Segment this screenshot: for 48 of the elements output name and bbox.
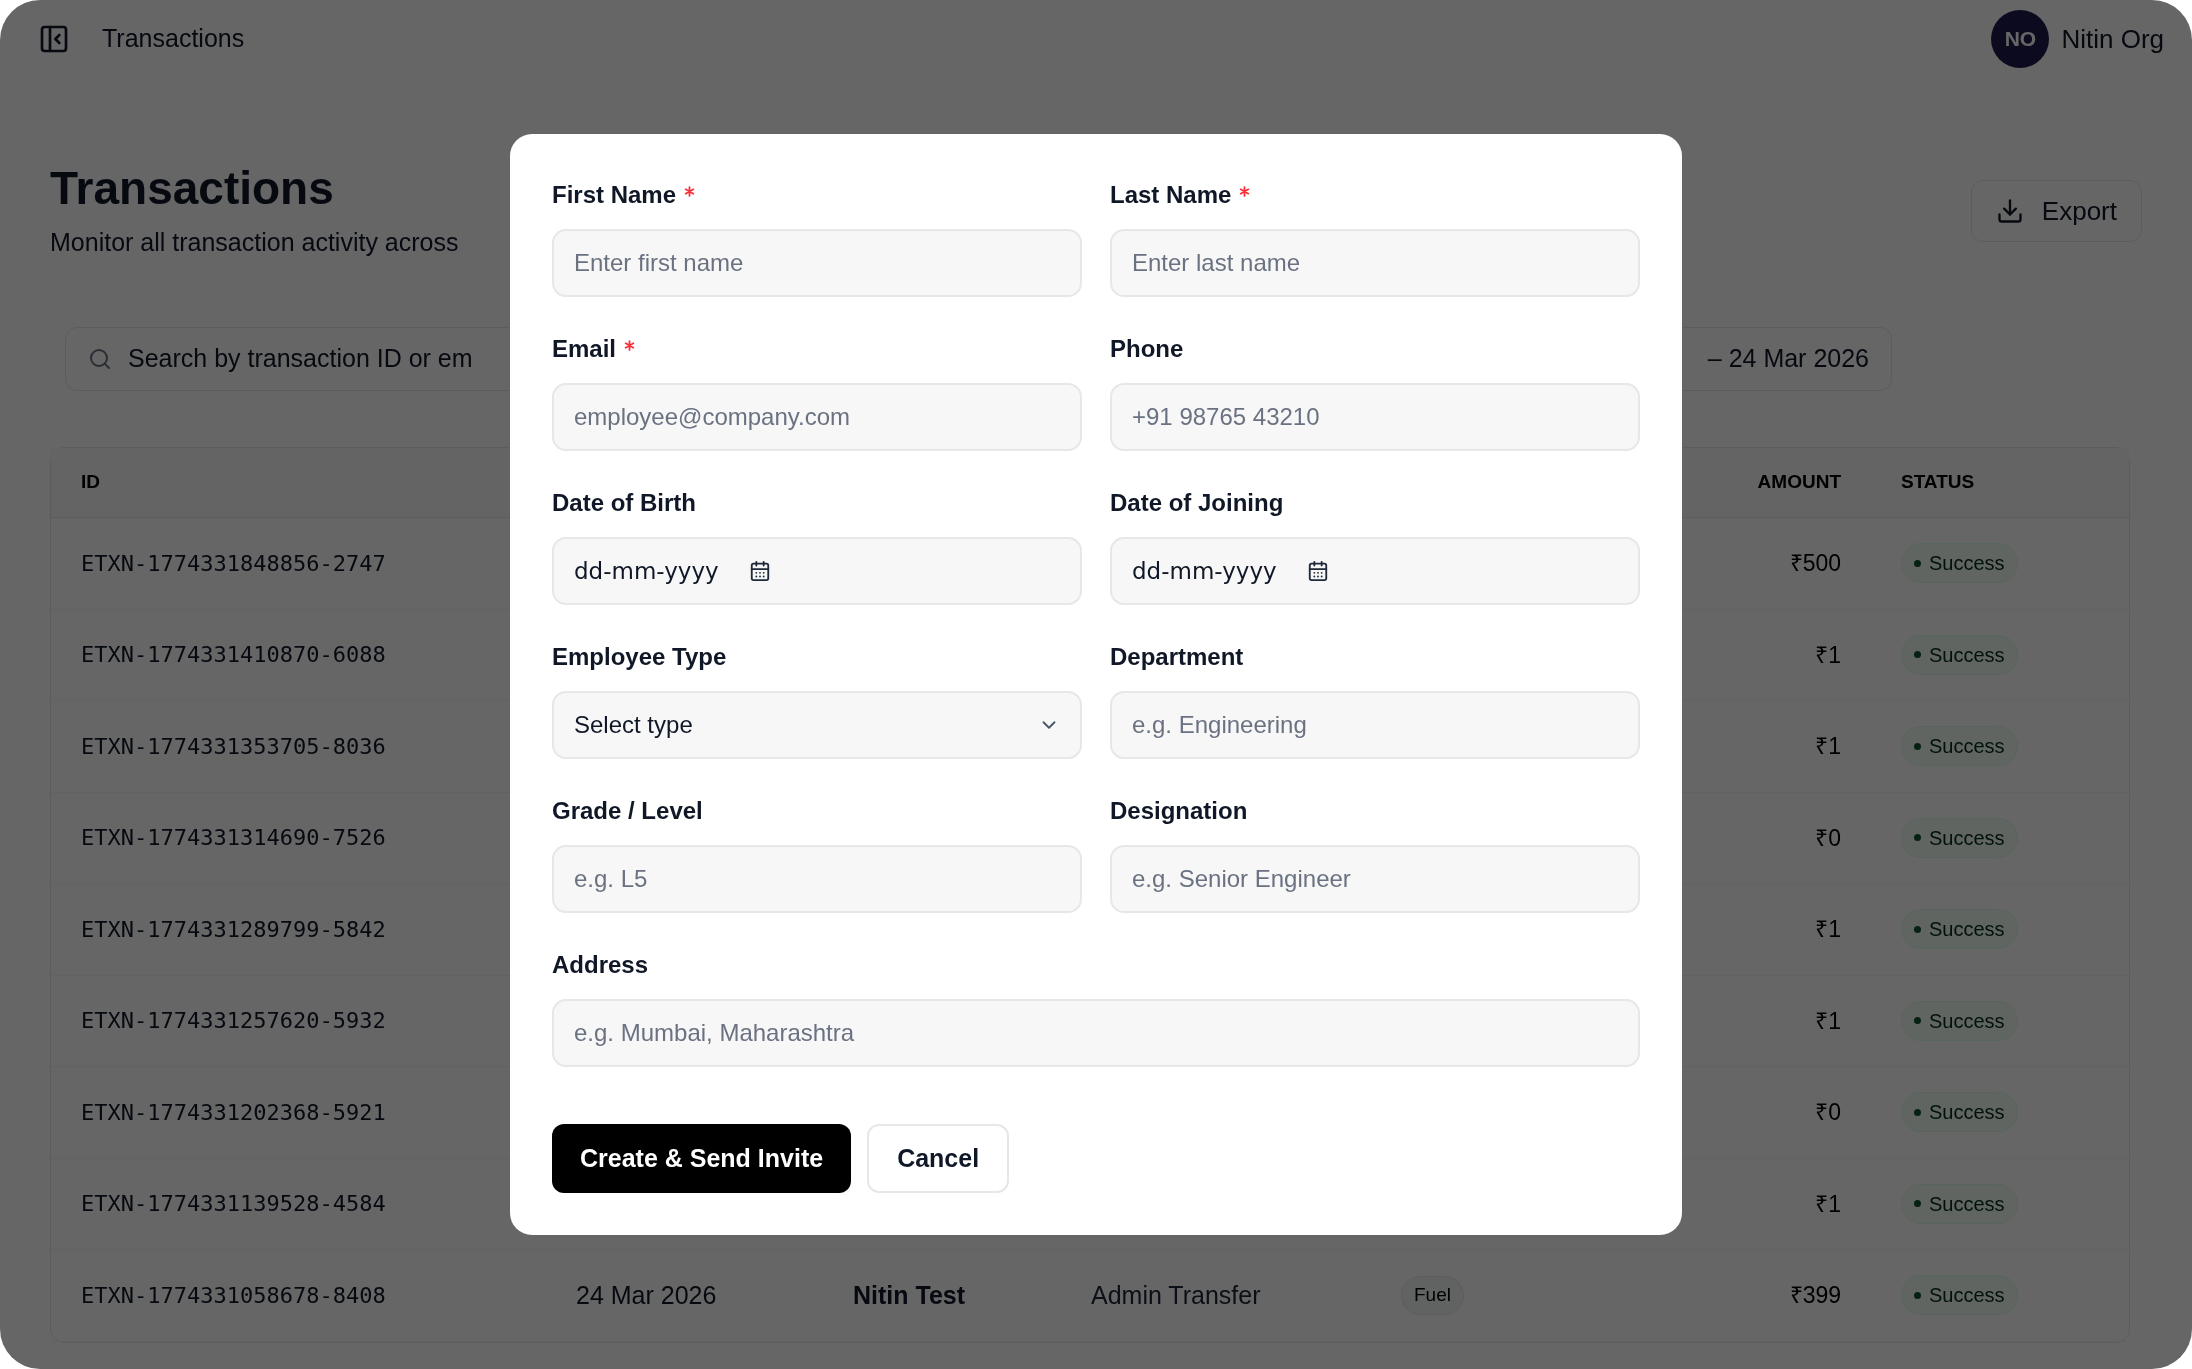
- amount: ₹0: [1814, 823, 1841, 853]
- transaction-id: ETXN-1774331353705-8036: [81, 732, 387, 761]
- status-badge: Success: [1901, 1092, 2018, 1133]
- field-label: Date of Birth: [552, 488, 696, 518]
- status-badge: Success: [1901, 543, 2018, 584]
- transaction-id: ETXN-1774331848856-2747: [81, 549, 387, 578]
- user-name: Nitin Org: [2061, 22, 2164, 56]
- status-badge: Success: [1901, 1275, 2018, 1316]
- transaction-id: ETXN-1774331314690-7526: [81, 824, 387, 853]
- status-badge: Success: [1901, 1183, 2018, 1224]
- field-label: First Name: [552, 180, 677, 210]
- column-header: STATUS: [1900, 470, 1976, 495]
- status-badge: Success: [1901, 634, 2018, 675]
- status-badge: Success: [1901, 1000, 2018, 1041]
- table-cell-text: 24 Mar 2026: [576, 1279, 718, 1311]
- field-label: Department: [1110, 642, 1244, 672]
- transaction-id: ETXN-1774331257620-5932: [81, 1007, 387, 1036]
- page-subtitle: Monitor all transaction activity across: [50, 226, 459, 258]
- field-label: Employee Type: [552, 642, 727, 672]
- transaction-id: ETXN-1774331139528-4584: [81, 1190, 387, 1219]
- amount: ₹1: [1814, 1189, 1841, 1219]
- field-label: Grade / Level: [552, 796, 703, 826]
- field-label: Email: [552, 334, 617, 364]
- column-header: ID: [81, 470, 101, 495]
- column-header: AMOUNT: [1756, 470, 1841, 495]
- amount: ₹1: [1814, 732, 1841, 761]
- field-label: Address: [552, 950, 649, 980]
- field-label: Date of Joining: [1110, 488, 1284, 518]
- field-label: Designation: [1110, 796, 1248, 826]
- amount: ₹1: [1814, 915, 1841, 944]
- table-cell-text: Nitin Test: [853, 1279, 967, 1311]
- amount: ₹500: [1788, 549, 1841, 578]
- page-title: Transactions: [50, 161, 335, 216]
- status-badge: Success: [1901, 817, 2018, 858]
- topbar-title: Transactions: [102, 23, 245, 55]
- status-badge: Success: [1901, 909, 2018, 950]
- transaction-id: ETXN-1774331058678-8408: [81, 1281, 387, 1310]
- transaction-id: ETXN-1774331289799-5842: [81, 915, 387, 944]
- amount: ₹399: [1788, 1281, 1841, 1310]
- field-label: Last Name: [1110, 180, 1232, 210]
- amount: ₹1: [1814, 640, 1841, 670]
- field-label: Phone: [1110, 334, 1184, 364]
- amount: ₹0: [1814, 1098, 1841, 1127]
- category-tag: Fuel: [1401, 1276, 1464, 1315]
- amount: ₹1: [1814, 1006, 1841, 1036]
- table-cell-text: Admin Transfer: [1091, 1279, 1262, 1311]
- transaction-id: ETXN-1774331202368-5921: [81, 1098, 387, 1127]
- status-badge: Success: [1901, 726, 2018, 767]
